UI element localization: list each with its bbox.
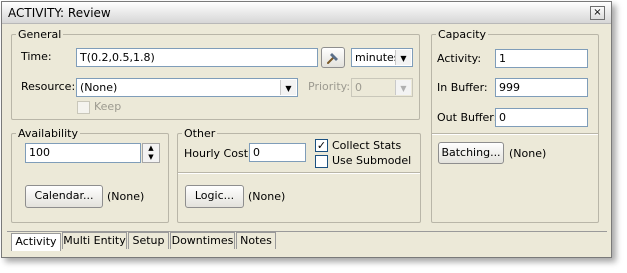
close-icon: × (593, 7, 602, 18)
title-bar: ACTIVITY: Review × (2, 2, 611, 24)
keep-checkbox[interactable] (77, 101, 90, 114)
calendar-value: (None) (107, 190, 145, 203)
collect-stats-label: Collect Stats (332, 139, 402, 152)
out-buffer-field[interactable]: 0 (495, 108, 588, 127)
keep-label: Keep (94, 100, 122, 113)
spin-up-icon[interactable]: ▲ (143, 144, 159, 153)
in-buffer-field[interactable]: 999 (495, 78, 588, 97)
tab-downtimes[interactable]: Downtimes (170, 232, 235, 249)
availability-field[interactable]: 100 (25, 143, 141, 163)
activity-capacity-label: Activity: (437, 52, 482, 65)
tab-label: Multi Entity (63, 234, 126, 247)
tab-label: Setup (132, 234, 165, 247)
chevron-down-icon: ▼ (395, 80, 411, 95)
tab-label: Downtimes (171, 234, 234, 247)
tab-multi-entity[interactable]: Multi Entity (62, 232, 127, 249)
out-buffer-label: Out Buffer: (437, 111, 498, 124)
logic-value: (None) (248, 190, 286, 203)
collect-stats-checkbox[interactable]: ✓ (315, 139, 328, 152)
time-label: Time: (21, 50, 52, 63)
use-submodel-label: Use Submodel (332, 154, 412, 167)
tab-label: Notes (240, 234, 272, 247)
capacity-group-title: Capacity (436, 28, 489, 41)
priority-select[interactable]: 0 ▼ (351, 78, 413, 97)
tab-notes[interactable]: Notes (236, 232, 276, 249)
activity-capacity-field[interactable]: 1 (495, 49, 588, 68)
availability-group-title: Availability (16, 127, 80, 140)
logic-button[interactable]: Logic... (185, 185, 244, 208)
priority-label: Priority: (308, 80, 351, 93)
checkmark-icon: ✓ (316, 139, 327, 152)
in-buffer-label: In Buffer: (437, 81, 488, 94)
other-group-title: Other (182, 127, 218, 140)
time-unit-value: minutes (355, 51, 400, 64)
activity-dialog: ACTIVITY: Review × General Time: T(0.2,0… (1, 1, 612, 258)
resource-value: (None) (80, 81, 118, 94)
calendar-button[interactable]: Calendar... (25, 185, 103, 208)
other-divider (178, 172, 420, 174)
window-title: ACTIVITY: Review (8, 6, 111, 20)
close-button[interactable]: × (590, 6, 605, 20)
tab-label: Activity (15, 235, 57, 248)
chevron-down-icon: ▼ (280, 80, 296, 95)
batching-button[interactable]: Batching... (438, 142, 504, 164)
general-group-title: General (16, 28, 64, 41)
hourly-cost-field[interactable]: 0 (249, 143, 306, 162)
resource-label: Resource: (21, 80, 76, 93)
hammer-icon (327, 53, 338, 64)
time-field[interactable]: T(0.2,0.5,1.8) (76, 48, 318, 67)
spin-down-icon[interactable]: ▼ (143, 153, 159, 162)
use-submodel-checkbox[interactable] (315, 155, 328, 168)
tab-activity[interactable]: Activity (11, 233, 61, 251)
chevron-down-icon: ▼ (395, 50, 411, 65)
availability-spinner[interactable]: ▲ ▼ (142, 143, 160, 163)
general-group (11, 34, 420, 120)
batching-value: (None) (509, 147, 547, 160)
time-unit-select[interactable]: minutes ▼ (351, 48, 413, 67)
priority-value: 0 (355, 81, 362, 94)
expression-builder-button[interactable] (321, 47, 345, 68)
capacity-divider (432, 133, 598, 135)
resource-select[interactable]: (None) ▼ (76, 78, 298, 97)
tab-setup[interactable]: Setup (128, 232, 169, 249)
hourly-cost-label: Hourly Cost: (184, 147, 252, 160)
